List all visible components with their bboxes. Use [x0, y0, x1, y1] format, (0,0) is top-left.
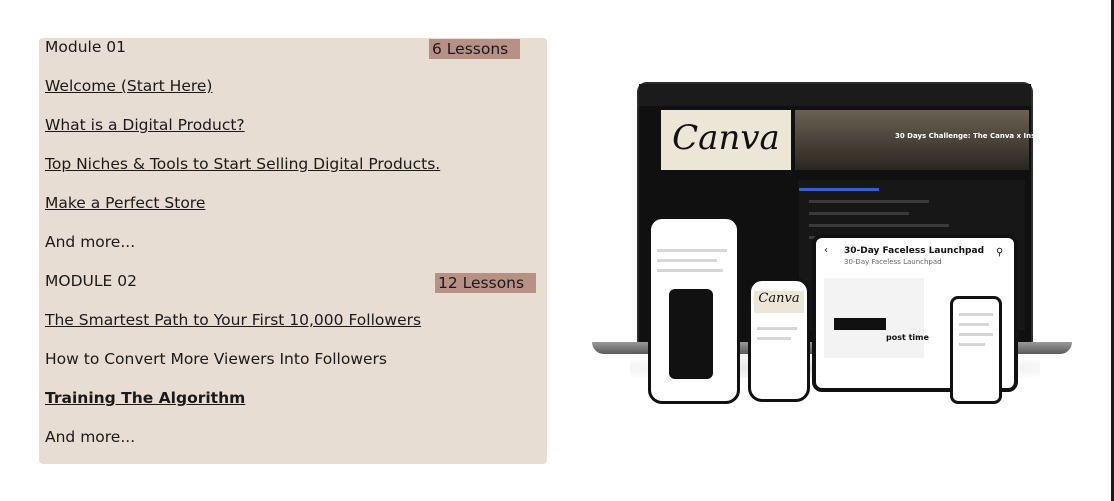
module-01-lessons-badge: 6 Lessons	[429, 39, 521, 59]
phone-text-line	[757, 337, 791, 340]
course-outline-panel: Module 01 6 Lessons Welcome (Start Here)…	[39, 38, 547, 464]
phone-video-preview	[669, 289, 713, 379]
module-01-title: Module 01	[45, 38, 127, 56]
course-banner: 30 Days Challenge: The Canva x Instagram…	[795, 110, 1073, 170]
tablet-caption: post time	[886, 333, 929, 342]
list-line	[809, 200, 929, 203]
module-02-more: And more...	[45, 428, 136, 446]
phone-text-line	[657, 259, 717, 262]
video-slide	[834, 318, 886, 330]
module-02-lessons-badge: 12 Lessons	[435, 273, 537, 293]
phone-text-line	[959, 343, 985, 346]
banner-title: 30 Days Challenge: The Canva x Instagram…	[895, 132, 1074, 140]
lesson-link-perfect-store[interactable]: Make a Perfect Store	[45, 194, 205, 212]
module-02-title: MODULE 02	[45, 272, 137, 290]
app-top-bar	[639, 84, 1031, 106]
phone-text-line	[657, 249, 727, 252]
phone-canva-logo: Canva	[754, 291, 804, 313]
canva-logo: Canva	[672, 118, 780, 158]
phone-mockup-right	[950, 296, 1002, 404]
phone-mockup-middle: Canva	[748, 278, 810, 402]
phone-text-line	[959, 323, 989, 326]
phone-text-line	[959, 333, 993, 336]
lesson-convert-viewers: How to Convert More Viewers Into Followe…	[45, 350, 387, 368]
canva-thumbnail: Canva	[661, 110, 791, 170]
course-device-mockup: Canva 30 Days Challenge: The Canva x Ins…	[590, 80, 1075, 430]
tablet-title: 30-Day Faceless Launchpad	[844, 246, 985, 256]
phone-mockup-left	[648, 216, 740, 404]
lesson-link-digital-product[interactable]: What is a Digital Product?	[45, 116, 245, 134]
lesson-link-welcome[interactable]: Welcome (Start Here)	[45, 77, 212, 95]
chevron-left-icon: ‹	[824, 245, 828, 256]
phone-text-line	[959, 313, 993, 316]
tablet-subtitle: 30-Day Faceless Launchpad	[844, 258, 942, 266]
lesson-link-training-algorithm[interactable]: Training The Algorithm	[45, 389, 245, 407]
phone-text-line	[757, 327, 797, 330]
lesson-link-top-niches[interactable]: Top Niches & Tools to Start Selling Digi…	[45, 155, 440, 173]
bell-icon: ⚲	[996, 247, 1004, 258]
phone-text-line	[657, 269, 723, 272]
list-line	[809, 224, 949, 227]
list-line	[809, 212, 909, 215]
progress-bar	[799, 188, 879, 191]
tablet-video-area	[824, 278, 924, 358]
lesson-link-first-10000-followers[interactable]: The Smartest Path to Your First 10,000 F…	[45, 311, 421, 329]
module-01-more: And more...	[45, 233, 136, 251]
